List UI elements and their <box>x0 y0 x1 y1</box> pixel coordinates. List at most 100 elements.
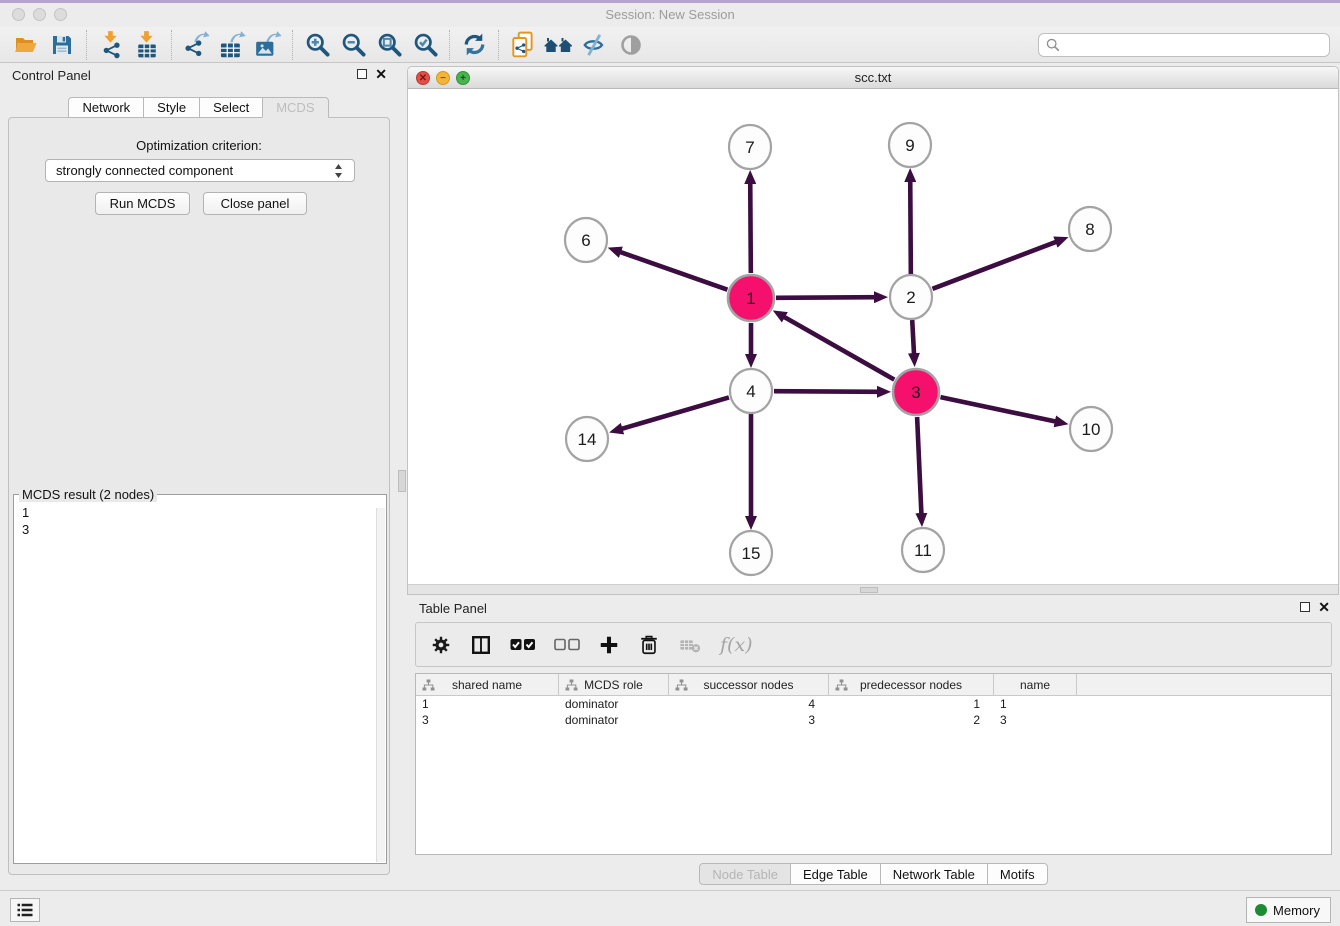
network-window-titlebar[interactable]: ✕ − + scc.txt <box>408 67 1338 89</box>
deselect-all-button[interactable] <box>554 637 580 652</box>
criterion-dropdown[interactable]: strongly connected component <box>45 159 355 182</box>
tab-network[interactable]: Network <box>68 97 144 118</box>
graph-edge-1-6[interactable] <box>619 252 727 290</box>
column-header-predecessor-nodes[interactable]: predecessor nodes <box>829 674 994 695</box>
table-settings-button[interactable] <box>430 634 452 656</box>
memory-button[interactable]: Memory <box>1246 897 1331 923</box>
table-cell[interactable]: 1 <box>994 696 1077 712</box>
mcds-result-lines: 13 <box>14 502 386 538</box>
task-history-button[interactable] <box>10 898 40 922</box>
horizontal-split-grip[interactable] <box>860 587 878 593</box>
network-graph[interactable]: 7 9 6 8 1 2 4 3 14 10 15 11 <box>408 89 1338 584</box>
table-cell[interactable]: dominator <box>559 712 669 728</box>
graph-node-7[interactable]: 7 <box>729 125 771 169</box>
graph-node-11[interactable]: 11 <box>902 528 944 572</box>
graph-node-4[interactable]: 4 <box>730 369 772 413</box>
graph-edge-4-14[interactable] <box>621 397 729 429</box>
graph-edge-4-3[interactable] <box>774 391 879 392</box>
run-mcds-button[interactable]: Run MCDS <box>95 192 190 215</box>
graph-edge-3-1[interactable] <box>783 316 894 379</box>
close-table-panel-icon[interactable]: ✕ <box>1318 601 1330 613</box>
float-table-panel-icon[interactable] <box>1300 602 1310 612</box>
search-input[interactable] <box>1038 33 1330 57</box>
graph-node-9[interactable]: 9 <box>889 123 931 167</box>
table-cell[interactable]: dominator <box>559 696 669 712</box>
select-all-button[interactable] <box>510 637 536 652</box>
zoom-fit-icon <box>376 31 403 58</box>
float-panel-icon[interactable] <box>357 69 367 79</box>
zoom-fit-button[interactable] <box>371 29 407 61</box>
table-cell[interactable]: 3 <box>994 712 1077 728</box>
tab-network-table[interactable]: Network Table <box>880 863 988 885</box>
table-row[interactable]: 1dominator411 <box>416 696 1331 712</box>
graph-edge-3-10[interactable] <box>940 397 1056 422</box>
table-row[interactable]: 3dominator323 <box>416 712 1331 728</box>
graph-edge-1-2[interactable] <box>776 297 876 298</box>
network-from-selection-button[interactable] <box>505 29 541 61</box>
vertical-split-grip[interactable] <box>398 470 406 492</box>
graph-node-3[interactable]: 3 <box>893 369 939 415</box>
graph-node-1[interactable]: 1 <box>728 275 774 321</box>
tab-node-table[interactable]: Node Table <box>699 863 791 885</box>
zoom-in-button[interactable] <box>299 29 335 61</box>
function-builder-button[interactable]: f(x) <box>720 634 753 656</box>
column-header-successor-nodes[interactable]: successor nodes <box>669 674 829 695</box>
add-column-button[interactable] <box>598 634 620 656</box>
column-visibility-button[interactable] <box>470 634 492 656</box>
open-session-button[interactable] <box>8 29 44 61</box>
graph-node-6[interactable]: 6 <box>565 218 607 262</box>
zoom-out-button[interactable] <box>335 29 371 61</box>
show-details-button[interactable] <box>613 29 649 61</box>
graph-node-label: 14 <box>578 430 597 449</box>
column-header-name[interactable]: name <box>994 674 1077 695</box>
import-network-button[interactable] <box>93 29 129 61</box>
tab-edge-table[interactable]: Edge Table <box>790 863 881 885</box>
graph-node-2[interactable]: 2 <box>890 275 932 319</box>
first-neighbors-button[interactable] <box>541 29 577 61</box>
tab-mcds[interactable]: MCDS <box>262 97 328 118</box>
column-header-mcds-role[interactable]: MCDS role <box>559 674 669 695</box>
network-from-selection-icon <box>509 31 537 59</box>
graph-edge-1-7[interactable] <box>750 182 751 273</box>
export-network-button[interactable] <box>178 29 214 61</box>
tab-style[interactable]: Style <box>143 97 200 118</box>
graph-node-15[interactable]: 15 <box>730 531 772 575</box>
graph-node-14[interactable]: 14 <box>566 417 608 461</box>
graph-node-8[interactable]: 8 <box>1069 207 1111 251</box>
optimization-criterion-label: Optimization criterion: <box>9 138 389 153</box>
table-cell[interactable]: 3 <box>669 712 829 728</box>
close-panel-button[interactable]: Close panel <box>203 192 307 215</box>
table-cell[interactable]: 4 <box>669 696 829 712</box>
graph-node-label: 3 <box>911 383 920 402</box>
search-icon <box>1045 37 1061 53</box>
refresh-view-button[interactable] <box>456 29 492 61</box>
graph-edge-2-8[interactable] <box>933 241 1058 288</box>
delete-table-button[interactable] <box>678 634 702 656</box>
mcds-result-scrollbar[interactable] <box>376 508 385 862</box>
graph-edge-2-9[interactable] <box>910 180 911 274</box>
table-cell[interactable]: 1 <box>829 696 994 712</box>
network-view-window: ✕ − + scc.txt 7 9 6 8 1 2 4 3 14 10 15 11 <box>407 66 1339 595</box>
graph-edge-2-3[interactable] <box>912 320 914 355</box>
network-canvas[interactable]: 7 9 6 8 1 2 4 3 14 10 15 11 <box>408 89 1338 584</box>
tab-select[interactable]: Select <box>199 97 263 118</box>
node-table: shared name MCDS role successor nodes pr… <box>415 673 1332 855</box>
hide-details-button[interactable] <box>577 29 613 61</box>
export-table-button[interactable] <box>214 29 250 61</box>
delete-column-button[interactable] <box>638 634 660 656</box>
table-cell[interactable]: 1 <box>416 696 559 712</box>
import-table-button[interactable] <box>129 29 165 61</box>
export-image-button[interactable] <box>250 29 286 61</box>
table-cell[interactable]: 2 <box>829 712 994 728</box>
zoom-selected-button[interactable] <box>407 29 443 61</box>
save-session-button[interactable] <box>44 29 80 61</box>
control-panel: Control Panel ✕ Network Style Select MCD… <box>0 62 397 890</box>
tab-motifs[interactable]: Motifs <box>987 863 1048 885</box>
column-header-shared-name[interactable]: shared name <box>416 674 559 695</box>
gear-icon <box>430 634 452 656</box>
graph-node-10[interactable]: 10 <box>1070 407 1112 451</box>
close-panel-icon[interactable]: ✕ <box>375 68 387 80</box>
search-field[interactable] <box>1038 33 1330 57</box>
table-cell[interactable]: 3 <box>416 712 559 728</box>
graph-edge-3-11[interactable] <box>917 417 921 515</box>
